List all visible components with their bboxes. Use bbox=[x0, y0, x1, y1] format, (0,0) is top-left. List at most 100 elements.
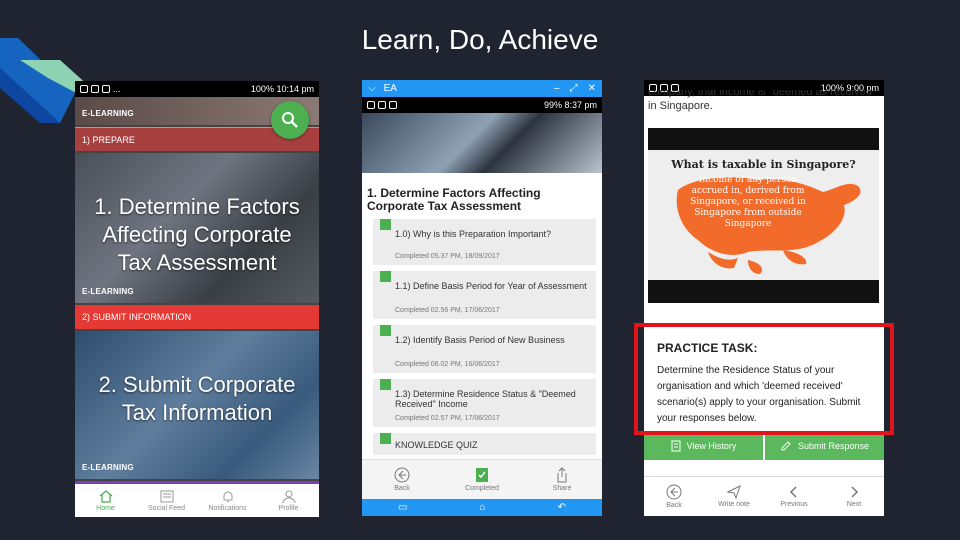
card-determine-factors[interactable]: 1. Determine Factors Affecting Corporate… bbox=[75, 153, 319, 303]
history-icon bbox=[671, 440, 681, 452]
back-button[interactable]: Back bbox=[362, 460, 442, 499]
action-label: Submit Response bbox=[797, 441, 870, 451]
completed-flag-icon bbox=[380, 433, 391, 444]
pencil-icon bbox=[781, 441, 791, 451]
video-frame: What is taxable in Singapore? Income of … bbox=[648, 150, 879, 280]
video-body: Income of any person accrued in, derived… bbox=[690, 175, 806, 229]
section-bar-submit[interactable]: 2) SUBMIT INFORMATION bbox=[75, 305, 319, 329]
toolbar-label: Previous bbox=[780, 501, 808, 508]
back-circle-icon bbox=[394, 467, 410, 483]
card-heading: 2. Submit Corporate Tax Information bbox=[98, 372, 296, 425]
toolbar-label: Back bbox=[394, 485, 410, 492]
intro-line: in Singapore. bbox=[648, 100, 713, 112]
item-completed: Completed 02.56 PM, 17/06/2017 bbox=[395, 307, 500, 314]
item-completed: Completed 05.37 PM, 18/09/2017 bbox=[395, 253, 500, 260]
status-bar: 99% 8:37 pm bbox=[362, 97, 602, 113]
back-button[interactable]: Back bbox=[644, 477, 704, 516]
section-tag: E-LEARNING bbox=[82, 109, 134, 118]
status-time: 8:37 pm bbox=[564, 100, 597, 110]
task-actions: View History Submit Response bbox=[644, 432, 884, 460]
recent-apps-icon[interactable]: ▭ bbox=[398, 502, 407, 513]
status-dots: ... bbox=[113, 84, 121, 94]
section-bar-label: 2) SUBMIT INFORMATION bbox=[82, 312, 192, 322]
item-completed: Completed 02.57 PM, 17/06/2017 bbox=[395, 415, 500, 422]
completed-flag-icon bbox=[380, 379, 391, 390]
chevron-down-icon[interactable]: ⌵ bbox=[368, 83, 376, 94]
list-item[interactable]: 1.1) Define Basis Period for Year of Ass… bbox=[373, 271, 596, 319]
practice-task-highlight bbox=[634, 323, 894, 435]
item-title: KNOWLEDGE QUIZ bbox=[395, 440, 478, 450]
item-title: 1.1) Define Basis Period for Year of Ass… bbox=[395, 281, 587, 291]
item-title: 1.0) Why is this Preparation Important? bbox=[395, 229, 552, 239]
list-item[interactable]: KNOWLEDGE QUIZ bbox=[373, 433, 596, 455]
back-icon[interactable]: ↶ bbox=[558, 502, 566, 513]
feed-icon bbox=[160, 490, 173, 502]
nav-notifications[interactable]: Notifications bbox=[197, 484, 258, 517]
battery-level: 100% bbox=[250, 84, 274, 94]
bell-icon bbox=[223, 491, 232, 502]
write-note-button[interactable]: Write note bbox=[704, 477, 764, 516]
intro-partial: company, that income is "deemed as recei… bbox=[648, 90, 876, 98]
system-nav-bar: ▭ ⌂ ↶ bbox=[362, 499, 602, 516]
section-bar-label: 1) PREPARE bbox=[82, 134, 135, 145]
completed-flag-icon bbox=[380, 219, 391, 230]
nav-label: Social Feed bbox=[148, 504, 185, 512]
list-item[interactable]: 1.0) Why is this Preparation Important? … bbox=[373, 219, 596, 265]
window-title: EA bbox=[383, 83, 397, 94]
toolbar-label: Write note bbox=[718, 501, 750, 508]
lesson-hero-image bbox=[362, 113, 602, 173]
phone-practice-task: 100% 9:00 pm company, that income is "de… bbox=[644, 80, 884, 516]
slide-title: Learn, Do, Achieve bbox=[361, 24, 599, 55]
completed-button[interactable]: Completed bbox=[442, 460, 522, 499]
card-submit-info[interactable]: 2. Submit Corporate Tax Information E-LE… bbox=[75, 331, 319, 479]
completed-flag-icon bbox=[380, 325, 391, 336]
minimize-icon[interactable]: – bbox=[554, 83, 560, 94]
fullscreen-icon[interactable]: ⤢ bbox=[570, 83, 578, 94]
item-completed: Completed 06.02 PM, 16/06/2017 bbox=[395, 361, 500, 368]
previous-button[interactable]: Previous bbox=[764, 477, 824, 516]
intro-text: company, that income is "deemed as recei… bbox=[644, 90, 884, 114]
home-icon[interactable]: ⌂ bbox=[480, 502, 486, 513]
completed-flag-icon bbox=[380, 271, 391, 282]
lesson-list: 1.0) Why is this Preparation Important? … bbox=[362, 219, 602, 455]
toolbar-label: Completed bbox=[465, 485, 499, 492]
submit-response-button[interactable]: Submit Response bbox=[765, 432, 884, 460]
toolbar-label: Next bbox=[846, 501, 862, 508]
profile-icon bbox=[282, 490, 295, 503]
video-player[interactable]: What is taxable in Singapore? Income of … bbox=[648, 128, 879, 303]
chevron-right-icon bbox=[851, 486, 859, 498]
nav-social-feed[interactable]: Social Feed bbox=[136, 484, 197, 517]
send-icon bbox=[727, 485, 741, 499]
action-label: View History bbox=[686, 441, 737, 451]
window-titlebar: ⌵ EA – ⤢ ✕ bbox=[362, 80, 602, 97]
nav-home[interactable]: Home bbox=[75, 484, 136, 517]
lesson-toolbar: Back Completed Share bbox=[362, 459, 602, 499]
toolbar-label: Share bbox=[552, 485, 572, 492]
video-title: What is taxable in Singapore? bbox=[671, 158, 856, 171]
flag-icon bbox=[476, 468, 488, 482]
search-icon[interactable] bbox=[271, 101, 309, 139]
item-title: 1.2) Identify Basis Period of New Busine… bbox=[395, 335, 565, 345]
card-heading: 1. Determine Factors Affecting Corporate… bbox=[94, 194, 300, 275]
chevron-left-icon bbox=[789, 486, 797, 498]
status-bar: ... 100% 10:14 pm bbox=[75, 81, 319, 97]
list-item[interactable]: 1.3) Determine Residence Status & "Deeme… bbox=[373, 379, 596, 427]
next-button[interactable]: Next bbox=[824, 477, 884, 516]
nav-label: Home bbox=[96, 504, 115, 512]
item-title: 1.3) Determine Residence Status & "Deeme… bbox=[395, 389, 576, 409]
share-icon bbox=[557, 467, 567, 483]
home-icon bbox=[99, 489, 112, 503]
phone-elearning-home: ... 100% 10:14 pm E-LEARNING 1) PREPARE … bbox=[75, 81, 319, 517]
bottom-nav: Home Social Feed Notifications Profile bbox=[75, 481, 319, 517]
share-button[interactable]: Share bbox=[522, 460, 602, 499]
section-tag: E-LEARNING bbox=[82, 287, 134, 296]
section-tag: E-LEARNING bbox=[82, 463, 134, 472]
list-item[interactable]: 1.2) Identify Basis Period of New Busine… bbox=[373, 325, 596, 373]
battery-level: 99% bbox=[543, 100, 562, 110]
close-icon[interactable]: ✕ bbox=[588, 83, 596, 94]
view-history-button[interactable]: View History bbox=[644, 432, 763, 460]
nav-label: Profile bbox=[278, 504, 299, 512]
lesson-heading: 1. Determine Factors Affecting Corporate… bbox=[367, 186, 541, 213]
nav-profile[interactable]: Profile bbox=[258, 484, 319, 517]
status-time: 10:14 pm bbox=[276, 84, 314, 94]
